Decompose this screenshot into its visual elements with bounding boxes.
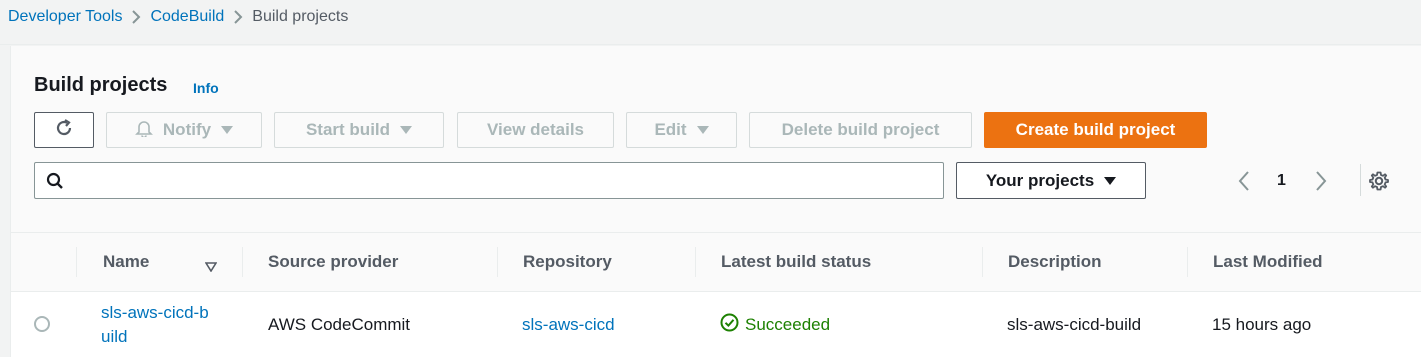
search-input[interactable] [75, 164, 943, 197]
delete-build-project-button[interactable]: Delete build project [749, 112, 972, 148]
gear-icon[interactable] [1368, 170, 1390, 197]
table-header: Name Source provider Repository Latest b… [11, 232, 1421, 292]
column-header-repository: Repository [523, 252, 612, 271]
notify-button[interactable]: Notify [106, 112, 262, 148]
edit-label: Edit [654, 120, 687, 139]
search-icon [35, 172, 75, 190]
create-build-project-button[interactable]: Create build project [984, 112, 1207, 148]
column-header-label: Name [103, 252, 150, 271]
breadcrumb-codebuild[interactable]: CodeBuild [150, 8, 224, 26]
column-header-source-provider: Source provider [268, 252, 399, 271]
build-status: Succeeded [720, 313, 830, 337]
delete-label: Delete build project [781, 120, 940, 139]
source-provider-cell: AWS CodeCommit [268, 314, 411, 334]
repository-link[interactable]: sls-aws-cicd [522, 315, 615, 335]
last-modified-cell: 15 hours ago [1212, 314, 1312, 334]
chevron-right-icon[interactable] [1314, 170, 1328, 197]
row-select-radio[interactable] [34, 316, 50, 332]
view-details-label: View details [486, 120, 584, 139]
edit-button[interactable]: Edit [626, 112, 737, 148]
caret-down-icon [696, 126, 709, 134]
divider [1360, 164, 1361, 196]
chevron-right-icon [122, 9, 150, 25]
breadcrumb-current: Build projects [252, 8, 349, 25]
create-label: Create build project [1015, 120, 1176, 139]
breadcrumb: Developer Tools CodeBuild Build projects [8, 6, 348, 28]
project-name-link[interactable]: sls-aws-cicd-build [101, 301, 211, 349]
caret-down-icon [400, 126, 413, 134]
caret-down-icon [221, 126, 234, 134]
column-header-last-modified: Last Modified [1213, 252, 1323, 271]
notify-label: Notify [162, 120, 212, 139]
build-status-label: Succeeded [745, 314, 831, 334]
projects-filter-label: Your projects [985, 170, 1095, 190]
column-header-latest-build-status: Latest build status [721, 252, 872, 271]
projects-filter-select[interactable]: Your projects [956, 162, 1146, 199]
info-link[interactable]: Info [193, 80, 219, 96]
search-field [34, 162, 944, 199]
column-header-description: Description [1008, 252, 1102, 271]
breadcrumb-developer-tools[interactable]: Developer Tools [8, 8, 122, 26]
caret-down-icon [1104, 176, 1117, 185]
page-number[interactable]: 1 [1277, 172, 1286, 190]
refresh-button[interactable] [34, 112, 94, 148]
check-circle-icon [720, 313, 739, 337]
sort-down-icon[interactable] [204, 257, 218, 277]
chevron-right-icon [224, 9, 252, 25]
page-title: Build projects [34, 74, 168, 96]
table-row[interactable]: sls-aws-cicd-build AWS CodeCommit sls-aw… [11, 292, 1421, 357]
bell-icon [134, 119, 153, 142]
start-build-label: Start build [305, 120, 391, 139]
start-build-button[interactable]: Start build [274, 112, 444, 148]
build-projects-panel: Build projects Info Notify Start build V… [10, 46, 1421, 357]
chevron-left-icon[interactable] [1237, 170, 1251, 197]
description-cell: sls-aws-cicd-build [1007, 314, 1142, 334]
column-header-name[interactable]: Name [77, 233, 242, 291]
refresh-icon [54, 118, 74, 143]
view-details-button[interactable]: View details [457, 112, 614, 148]
